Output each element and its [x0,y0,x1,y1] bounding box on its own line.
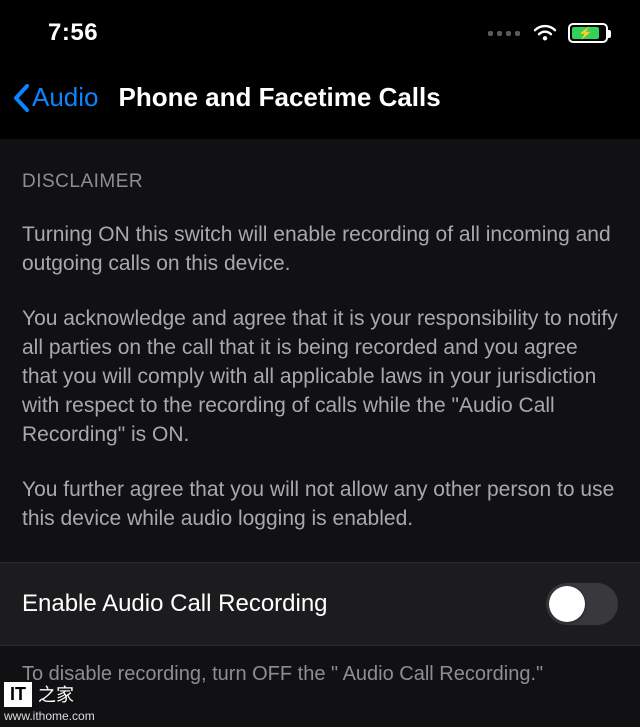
section-gap [0,139,640,149]
disclaimer-paragraph: Turning ON this switch will enable recor… [22,221,618,279]
watermark-brand-right: 之家 [38,681,74,707]
status-time: 7:56 [48,19,98,47]
footer-text: To disable recording, turn OFF the " Aud… [22,660,618,688]
watermark: IT 之家 www.ithome.com [4,681,95,723]
footer-section: To disable recording, turn OFF the " Aud… [0,646,640,727]
status-icons: ⚡ [488,23,608,43]
nav-header: Audio Phone and Facetime Calls [0,60,640,139]
toggle-knob [549,586,585,622]
setting-row[interactable]: Enable Audio Call Recording [0,562,640,646]
chevron-left-icon [12,83,32,113]
page-title: Phone and Facetime Calls [119,82,441,113]
watermark-brand-left: IT [4,682,32,707]
back-button[interactable]: Audio [12,82,99,113]
disclaimer-body: Turning ON this switch will enable recor… [22,221,618,534]
signal-dots-icon [488,31,520,36]
disclaimer-paragraph: You acknowledge and agree that it is you… [22,305,618,450]
wifi-icon [532,23,558,43]
disclaimer-heading: DISCLAIMER [22,171,618,193]
disclaimer-paragraph: You further agree that you will not allo… [22,476,618,534]
battery-charging-icon: ⚡ [568,23,608,43]
watermark-url: www.ithome.com [4,709,95,723]
toggle-switch[interactable] [546,583,618,625]
back-label: Audio [32,82,99,113]
status-bar: 7:56 ⚡ [0,0,640,60]
setting-label: Enable Audio Call Recording [22,590,328,618]
disclaimer-section: DISCLAIMER Turning ON this switch will e… [0,149,640,562]
